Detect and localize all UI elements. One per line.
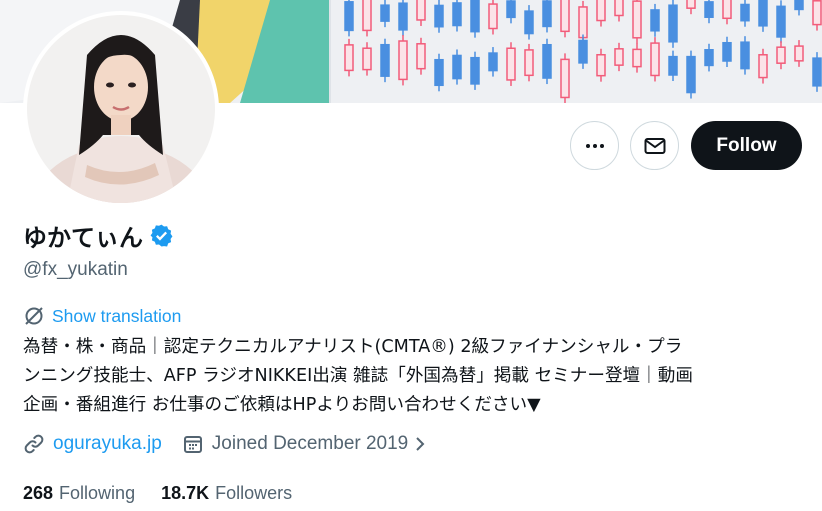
follow-stats: 268 Following 18.7K Followers bbox=[23, 483, 292, 504]
translate-icon bbox=[25, 307, 43, 325]
show-translation-label: Show translation bbox=[52, 305, 182, 326]
name-row: ゆかてぃん bbox=[23, 218, 174, 253]
website-item[interactable]: ogurayuka.jp bbox=[23, 433, 162, 455]
follow-button[interactable]: Follow bbox=[691, 121, 802, 170]
more-button[interactable] bbox=[570, 121, 619, 170]
display-name: ゆかてぃん bbox=[23, 224, 143, 252]
more-horizontal-icon bbox=[585, 143, 604, 148]
show-translation-link[interactable]: Show translation bbox=[23, 305, 181, 327]
calendar-icon bbox=[182, 433, 204, 455]
joined-item[interactable]: Joined December 2019 bbox=[182, 433, 426, 455]
profile-bio: 為替・株・商品｜認定テクニカルアナリスト(CMTA®) 2級ファイナンシャル・プ… bbox=[23, 337, 693, 415]
following-count: 268 bbox=[23, 483, 54, 503]
chevron-right-icon bbox=[414, 435, 426, 453]
message-button[interactable] bbox=[630, 121, 679, 170]
envelope-icon bbox=[644, 137, 665, 154]
followers-label: Followers bbox=[215, 483, 293, 503]
profile-avatar[interactable] bbox=[23, 11, 219, 207]
following-label: Following bbox=[59, 483, 136, 503]
followers-stat[interactable]: 18.7K Followers bbox=[161, 483, 292, 504]
link-icon bbox=[23, 433, 45, 455]
following-stat[interactable]: 268 Following bbox=[23, 483, 135, 504]
user-handle: @fx_yukatin bbox=[23, 259, 128, 280]
joined-date: Joined December 2019 bbox=[211, 433, 409, 454]
followers-count: 18.7K bbox=[161, 483, 210, 503]
profile-meta: ogurayuka.jp Joined December 2019 bbox=[23, 433, 426, 455]
website-link[interactable]: ogurayuka.jp bbox=[53, 433, 162, 455]
verified-badge-icon[interactable] bbox=[149, 223, 174, 248]
